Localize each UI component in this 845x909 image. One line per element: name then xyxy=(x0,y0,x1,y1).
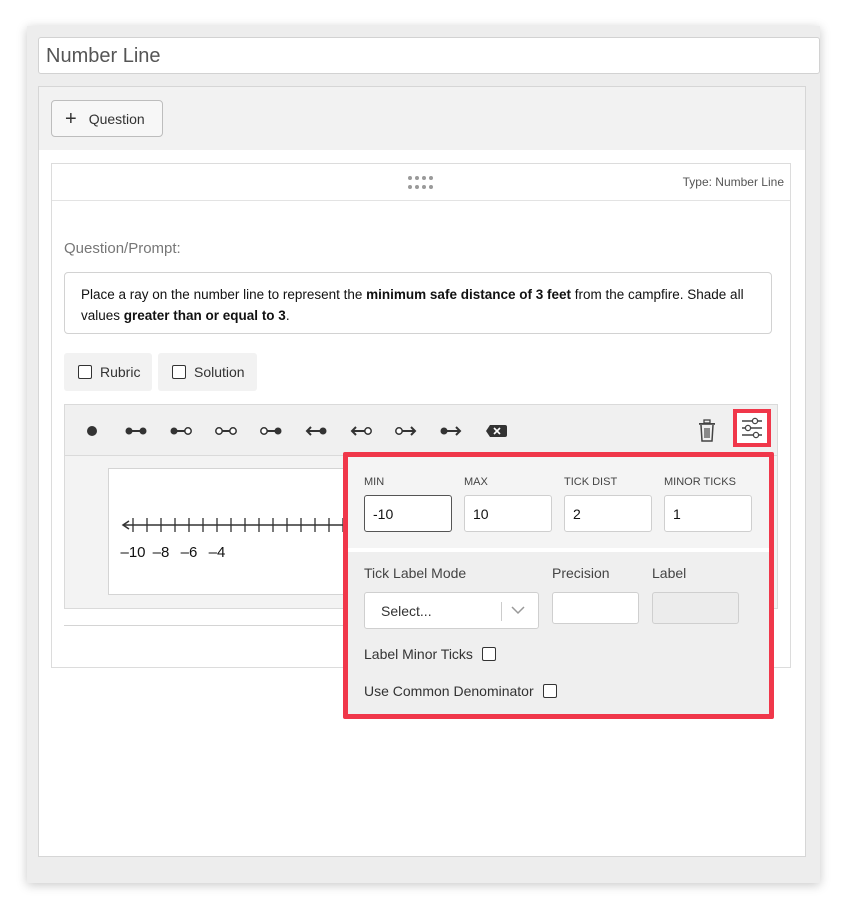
label-input xyxy=(652,592,739,624)
prompt-text: Place a ray on the number line to repres… xyxy=(81,287,367,302)
label-minor-ticks-row[interactable]: Label Minor Ticks xyxy=(364,646,496,662)
add-question-label: Question xyxy=(88,110,145,127)
ray-right-open-icon[interactable] xyxy=(389,417,423,445)
prompt-bold-text: minimum safe distance of 3 feet xyxy=(366,287,571,302)
tick-label: –4 xyxy=(209,544,226,561)
tick-label: –10 xyxy=(120,544,145,561)
use-common-denominator-checkbox[interactable] xyxy=(542,684,557,698)
trash-icon[interactable] xyxy=(697,419,717,443)
solution-label: Solution xyxy=(194,364,245,380)
settings-sliders-icon[interactable] xyxy=(733,409,771,447)
question-type-label: Type: Number Line xyxy=(682,175,784,189)
ray-left-open-icon[interactable] xyxy=(344,417,378,445)
card-header: Type: Number Line xyxy=(52,164,790,201)
prompt-input[interactable]: Place a ray on the number line to repres… xyxy=(64,272,772,334)
min-input[interactable]: -10 xyxy=(364,495,452,532)
use-common-denominator-label: Use Common Denominator xyxy=(364,683,534,699)
max-input[interactable]: 10 xyxy=(464,495,552,532)
number-line-settings-popup: MIN MAX TICK DIST MINOR TICKS -10 10 2 1… xyxy=(343,452,774,719)
tick-dist-input[interactable]: 2 xyxy=(564,495,652,532)
rubric-toggle[interactable]: Rubric xyxy=(64,353,152,391)
tick-dist-label: TICK DIST xyxy=(564,476,618,488)
solution-checkbox[interactable] xyxy=(172,365,186,379)
number-line-toolbar xyxy=(64,404,778,456)
select-placeholder: Select... xyxy=(381,603,432,619)
label-label: Label xyxy=(652,565,687,581)
rubric-checkbox[interactable] xyxy=(78,365,92,379)
label-minor-ticks-label: Label Minor Ticks xyxy=(364,646,473,662)
prompt-text: . xyxy=(285,308,290,323)
max-label: MAX xyxy=(464,476,488,488)
minor-ticks-input[interactable]: 1 xyxy=(664,495,752,532)
segment-open-open-icon[interactable] xyxy=(209,417,243,445)
clear-icon[interactable] xyxy=(479,417,513,445)
select-separator xyxy=(501,602,502,621)
ray-right-closed-icon[interactable] xyxy=(434,417,468,445)
solution-toggle[interactable]: Solution xyxy=(158,353,257,391)
rubric-label: Rubric xyxy=(100,364,141,380)
tick-label: –6 xyxy=(181,544,198,561)
minor-ticks-label: MINOR TICKS xyxy=(664,476,736,488)
precision-input[interactable] xyxy=(552,592,639,624)
tick-label: –8 xyxy=(153,544,170,561)
add-question-button[interactable]: + Question xyxy=(51,100,163,137)
ray-left-closed-icon[interactable] xyxy=(299,417,333,445)
chevron-down-icon xyxy=(509,603,527,620)
tick-label-mode-label: Tick Label Mode xyxy=(364,565,467,581)
range-settings: MIN MAX TICK DIST MINOR TICKS -10 10 2 1 xyxy=(348,457,769,552)
tick-label-mode-select[interactable]: Select... xyxy=(364,592,539,629)
min-label: MIN xyxy=(364,476,385,488)
segment-closed-open-icon[interactable] xyxy=(164,417,198,445)
segment-open-closed-icon[interactable] xyxy=(254,417,288,445)
title-input[interactable]: Number Line xyxy=(38,37,820,74)
prompt-label: Question/Prompt: xyxy=(64,240,181,257)
drag-handle-icon[interactable] xyxy=(408,176,438,190)
prompt-bold-text: greater than or equal to 3 xyxy=(123,308,286,323)
label-minor-ticks-checkbox[interactable] xyxy=(481,647,496,661)
precision-label: Precision xyxy=(552,565,610,581)
point-icon[interactable] xyxy=(76,417,110,445)
use-common-denominator-row[interactable]: Use Common Denominator xyxy=(364,683,557,699)
segment-closed-closed-icon[interactable] xyxy=(119,417,153,445)
plus-icon: + xyxy=(65,107,77,130)
divider xyxy=(64,625,344,626)
